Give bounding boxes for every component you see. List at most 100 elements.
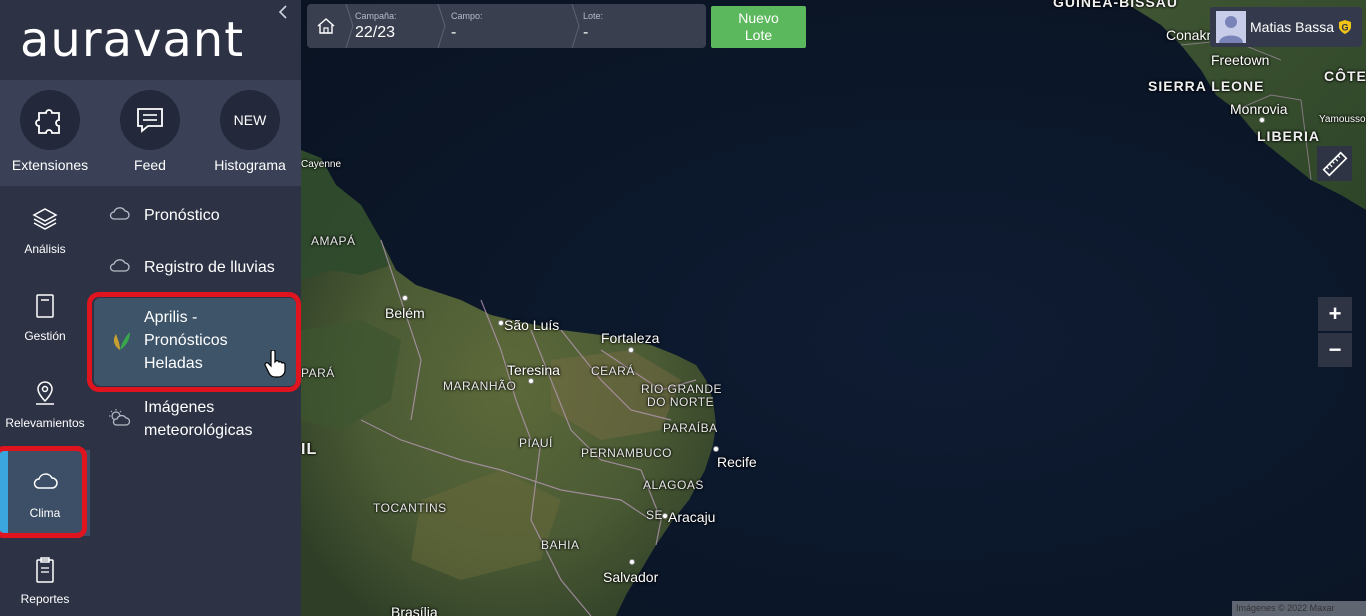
nav-item-relevamientos[interactable]: Relevamientos — [0, 360, 90, 446]
map-label-piaui: PIAUÍ — [519, 436, 553, 450]
submenu-item-pronostico[interactable]: Pronóstico — [90, 196, 301, 236]
campaign-selector-bar: Campaña: 22/23 Campo: - Lote: - — [307, 4, 706, 48]
nav-item-reportes[interactable]: Reportes — [0, 536, 90, 616]
nav-item-label: Clima — [29, 506, 61, 520]
field-value: - — [451, 24, 457, 41]
field-label: Campo: — [451, 11, 483, 21]
map-view[interactable]: GUINEA-BISSAU Conakry Freetown SIERRA LE… — [301, 0, 1366, 616]
map-label-aracaju: Aracaju — [668, 509, 716, 525]
nav-item-label: Reportes — [20, 592, 70, 606]
new-lot-label-line1: Nuevo — [738, 10, 779, 26]
cloud-icon — [109, 259, 130, 272]
collapse-sidebar-button[interactable] — [278, 4, 288, 25]
map-label-cayenne: Cayenne — [301, 159, 342, 170]
logo-area: auravant — [0, 0, 301, 80]
sun-cloud-icon — [109, 409, 131, 426]
nav-item-label: Análisis — [24, 242, 66, 256]
nav-item-label: Relevamientos — [5, 416, 85, 430]
clima-submenu: Pronóstico Registro de lluvias Aprilis -… — [90, 186, 301, 616]
user-name: Matias Bassa — [1250, 19, 1335, 35]
new-badge: NEW — [233, 112, 267, 128]
submenu-item-label: Pronóstico — [144, 207, 220, 224]
new-lot-label-line2: Lote — [744, 27, 773, 43]
sidebar: auravant Extensiones Feed NEW Histograma… — [0, 0, 301, 616]
map-label-tocantins: TOCANTINS — [373, 501, 447, 515]
quick-item-label: Extensiones — [11, 157, 89, 173]
quick-access-bar: Extensiones Feed NEW Histograma — [0, 80, 301, 186]
app-root: GUINEA-BISSAU Conakry Freetown SIERRA LE… — [0, 0, 1366, 616]
new-lot-button[interactable]: Nuevo Lote — [711, 6, 806, 48]
leaf-icon — [113, 332, 130, 350]
map-label-se: SE — [646, 508, 664, 522]
map-label-amapa: AMAPÁ — [311, 234, 356, 248]
map-label-para: PARÁ — [301, 366, 335, 380]
chevron-left-icon — [278, 5, 287, 19]
map-city-dot — [1259, 117, 1265, 123]
submenu-item-label: Imágenes meteorológicas — [144, 399, 253, 439]
map-city-dot — [628, 347, 634, 353]
map-label-salvador: Salvador — [603, 569, 659, 585]
map-label-monrovia: Monrovia — [1230, 101, 1288, 117]
submenu-item-aprilis[interactable]: Aprilis - Pronósticos Heladas — [94, 298, 296, 386]
zoom-out-button[interactable]: − — [1318, 333, 1352, 367]
map-label-brasilia: Brasília — [391, 604, 438, 616]
map-label-rio-grande-1: RIO GRANDE — [641, 382, 723, 396]
map-city-dot — [402, 295, 408, 301]
campaign-selector[interactable]: Campaña: 22/23 — [345, 4, 441, 48]
user-menu[interactable]: Matias Bassa G — [1210, 7, 1362, 47]
cloud-icon — [33, 473, 58, 489]
map-label-ceara: CEARÁ — [591, 364, 635, 378]
shield-badge-icon: G — [1339, 20, 1351, 34]
map-label-sao-luis: São Luís — [504, 317, 560, 333]
map-label-recife: Recife — [717, 454, 757, 470]
map-city-dot — [713, 446, 719, 452]
map-label-freetown: Freetown — [1211, 52, 1270, 68]
map-pin-icon — [36, 381, 54, 405]
map-label-fortaleza: Fortaleza — [601, 330, 660, 346]
map-label-sierra-leone: SIERRA LEONE — [1148, 78, 1265, 94]
nav-item-analisis[interactable]: Análisis — [0, 186, 90, 272]
cloud-icon — [109, 207, 130, 220]
clipboard-icon — [36, 557, 54, 583]
nav-column: Análisis Gestión Relevamientos Clima Rep… — [0, 186, 90, 616]
map-label-belem: Belém — [385, 305, 425, 321]
campaign-value: 22/23 — [355, 24, 396, 41]
map-label-yamoussoukro: Yamoussou — [1319, 114, 1366, 125]
map-label-liberia: LIBERIA — [1257, 128, 1320, 144]
nav-item-label: Gestión — [24, 329, 66, 343]
map-city-dot — [629, 559, 635, 565]
campaign-label: Campaña: — [355, 11, 397, 21]
map-city-dot — [528, 378, 534, 384]
book-icon — [36, 294, 54, 318]
lot-value: - — [583, 24, 589, 41]
measure-button[interactable] — [1317, 146, 1352, 181]
user-badge-letter: G — [1341, 23, 1348, 33]
map-attribution: Imágenes © 2022 Maxar — [1232, 601, 1366, 616]
ruler-icon — [1322, 151, 1347, 176]
map-label-alagoas: ALAGOAS — [643, 478, 704, 492]
map-label-guinea-bissau: GUINEA-BISSAU — [1053, 0, 1179, 10]
map-label-pernambuco: PERNAMBUCO — [581, 446, 673, 460]
field-selector[interactable]: Campo: - — [441, 4, 571, 48]
map-label-paraiba: PARAÍBA — [663, 421, 718, 435]
map-label-rio-grande-2: DO NORTE — [647, 395, 715, 409]
submenu-item-registro-lluvias[interactable]: Registro de lluvias — [90, 248, 301, 288]
lot-selector[interactable]: Lote: - — [573, 4, 703, 48]
map-label-cote: CÔTE — [1324, 68, 1366, 84]
quick-item-feed[interactable]: Feed — [100, 90, 200, 173]
quick-item-label: Feed — [134, 157, 166, 173]
nav-item-clima[interactable]: Clima — [0, 450, 90, 536]
nav-item-gestion[interactable]: Gestión — [0, 273, 90, 359]
home-button[interactable] — [307, 4, 345, 48]
map-label-maranhao: MARANHÃO — [443, 379, 517, 393]
layers-icon — [32, 208, 58, 230]
quick-item-extensions[interactable]: Extensiones — [0, 90, 100, 173]
map-label-teresina: Teresina — [507, 362, 560, 378]
map-label-brasil: IL — [301, 441, 318, 458]
home-icon — [317, 18, 335, 34]
quick-item-histogram[interactable]: NEW Histograma — [200, 90, 300, 173]
zoom-in-button[interactable]: + — [1318, 297, 1352, 331]
app-logo: auravant — [20, 12, 245, 68]
lot-label: Lote: — [583, 11, 604, 21]
submenu-item-imagenes-meteorologicas[interactable]: Imágenes meteorológicas — [90, 394, 301, 444]
